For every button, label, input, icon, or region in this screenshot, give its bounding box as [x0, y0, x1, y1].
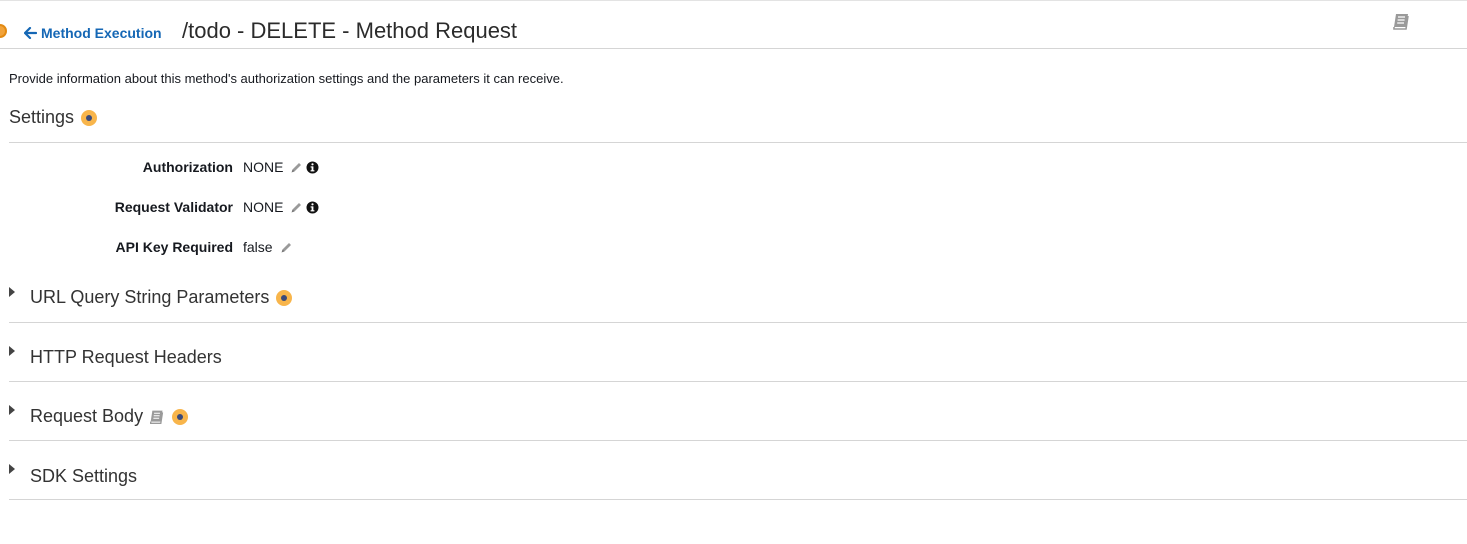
caret-right-icon: [9, 464, 15, 474]
section-title: HTTP Request Headers: [30, 347, 222, 368]
settings-heading: Settings: [9, 107, 98, 128]
api-key-required-value: false: [243, 239, 273, 255]
section-label: SDK Settings: [30, 466, 138, 486]
section-title: Request Body: [30, 406, 189, 427]
pencil-icon[interactable]: [290, 201, 303, 214]
section-http-request-headers[interactable]: HTTP Request Headers: [9, 323, 1467, 382]
status-badge-icon: [276, 289, 293, 306]
authorization-label: Authorization: [142, 159, 233, 175]
status-badge-icon: [172, 408, 189, 425]
section-label: HTTP Request Headers: [30, 347, 222, 367]
settings-row-request-validator: Request Validator NONE: [0, 197, 600, 217]
info-icon[interactable]: [306, 201, 319, 214]
api-key-required-label: API Key Required: [115, 239, 233, 255]
intro-text: Provide information about this method's …: [9, 71, 564, 86]
section-request-body[interactable]: Request Body: [9, 382, 1467, 441]
info-icon[interactable]: [306, 161, 319, 174]
pencil-icon[interactable]: [290, 161, 303, 174]
page-header: Method Execution /todo - DELETE - Method…: [0, 0, 1467, 49]
book-icon[interactable]: [1392, 12, 1411, 31]
back-link-label: Method Execution: [41, 25, 162, 41]
caret-right-icon: [9, 287, 15, 297]
section-url-query-string-parameters[interactable]: URL Query String Parameters: [9, 264, 1467, 323]
section-title: SDK Settings: [30, 466, 137, 487]
request-validator-value: NONE: [243, 199, 284, 215]
settings-row-api-key-required: API Key Required false: [0, 237, 600, 257]
section-label: URL Query String Parameters: [30, 287, 270, 307]
settings-divider: [9, 142, 1467, 143]
book-icon[interactable]: [149, 409, 165, 425]
settings-title: Settings: [9, 107, 75, 127]
settings-row-authorization: Authorization NONE: [0, 157, 600, 177]
section-title: URL Query String Parameters: [30, 287, 293, 308]
section-label: Request Body: [30, 406, 144, 426]
page-title: /todo - DELETE - Method Request: [182, 18, 518, 43]
arrow-left-icon: [24, 27, 37, 39]
caret-right-icon: [9, 405, 15, 415]
request-validator-label: Request Validator: [114, 199, 233, 215]
pencil-icon[interactable]: [280, 241, 293, 254]
status-badge-icon: [81, 109, 98, 126]
caret-right-icon: [9, 346, 15, 356]
method-execution-back-link[interactable]: Method Execution: [24, 25, 162, 41]
authorization-value: NONE: [243, 159, 284, 175]
section-sdk-settings[interactable]: SDK Settings: [9, 441, 1467, 500]
